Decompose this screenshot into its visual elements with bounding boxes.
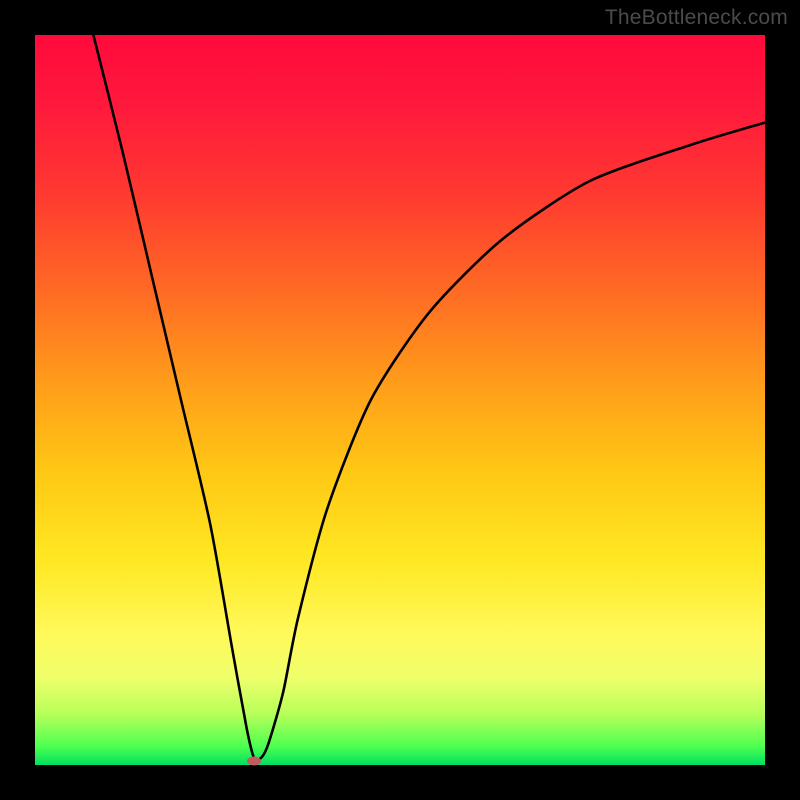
bottleneck-curve	[93, 35, 765, 760]
chart-frame: TheBottleneck.com	[0, 0, 800, 800]
optimum-marker	[247, 757, 261, 766]
plot-area	[35, 35, 765, 765]
curve-svg	[35, 35, 765, 765]
watermark-text: TheBottleneck.com	[605, 6, 788, 30]
